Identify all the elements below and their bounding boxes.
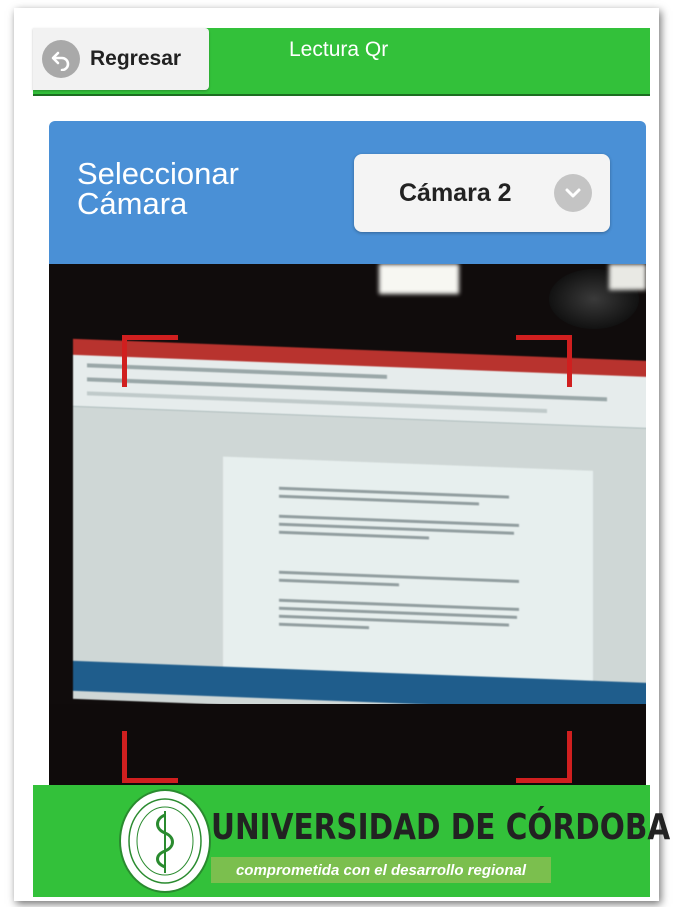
scan-corner-top-right <box>516 335 572 387</box>
university-name: UNIVERSIDAD DE CÓRDOBA <box>211 807 671 848</box>
university-slogan: comprometida con el desarrollo regional <box>235 861 527 879</box>
ceiling-light-right <box>609 264 646 290</box>
header-bar: Regresar Lectura Qr <box>33 28 650 96</box>
chevron-down-icon <box>554 174 592 212</box>
back-button-label: Regresar <box>90 47 182 70</box>
slogan-bar: comprometida con el desarrollo regional <box>211 857 551 883</box>
undo-arrow-icon <box>42 40 80 78</box>
back-button[interactable]: Regresar <box>33 28 209 90</box>
camera-selector-label-line2: Cámara <box>77 186 188 221</box>
scan-corner-bottom-left <box>122 731 178 783</box>
camera-selector-label-line1: Seleccionar <box>77 156 239 191</box>
camera-select-dropdown[interactable]: Cámara 2 <box>354 154 610 232</box>
camera-select-value: Cámara 2 <box>399 178 512 207</box>
camera-preview <box>49 264 646 786</box>
footer-banner: UNIVERSIDAD DE CÓRDOBA comprometida con … <box>33 785 670 897</box>
scan-corner-bottom-right <box>516 731 572 783</box>
ceiling-light <box>379 264 459 294</box>
captured-monitor <box>73 338 646 722</box>
camera-selector-panel: Seleccionar Cámara Cámara 2 <box>49 121 646 264</box>
university-seal-icon <box>119 789 211 893</box>
scan-corner-top-left <box>122 335 178 387</box>
page-title: Lectura Qr <box>289 38 389 61</box>
captured-document <box>223 456 593 681</box>
camera-selector-label: Seleccionar Cámara <box>77 156 277 221</box>
